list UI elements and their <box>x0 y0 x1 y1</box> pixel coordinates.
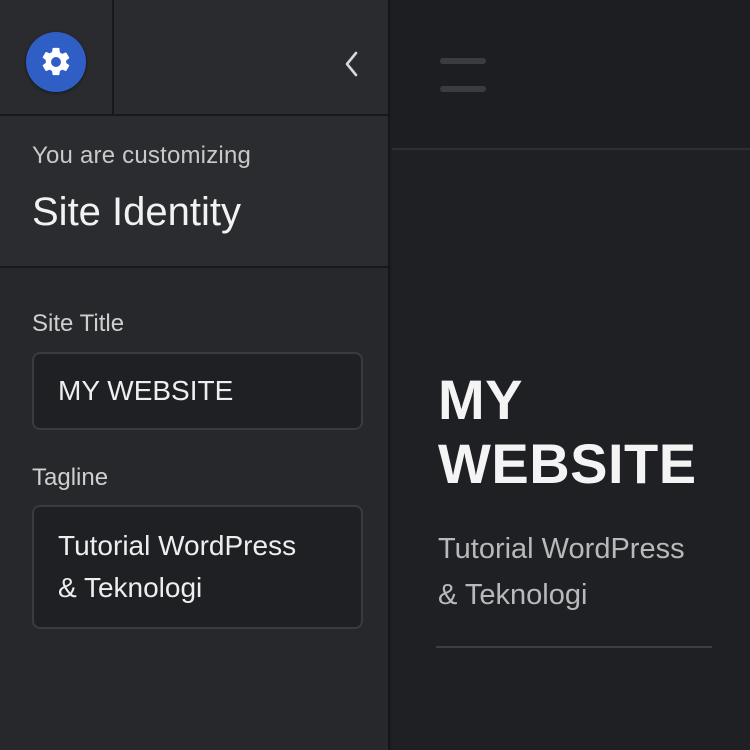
chevron-left-icon <box>345 51 358 77</box>
site-title-label: Site Title <box>32 310 125 337</box>
preview-header <box>392 0 750 150</box>
settings-cell <box>0 0 114 114</box>
customizing-label: You are customizing <box>32 142 252 169</box>
hamburger-icon[interactable] <box>440 56 486 96</box>
site-title-input[interactable]: MY WEBSITE <box>32 352 363 430</box>
tagline-input[interactable]: Tutorial WordPress & Teknologi <box>32 505 363 629</box>
customizer-panel: You are customizing Site Identity Site T… <box>0 0 390 750</box>
preview-tagline: Tutorial WordPress & Teknologi <box>438 533 685 611</box>
gear-icon <box>42 47 70 76</box>
customizer-topbar <box>0 0 388 116</box>
preview-divider <box>436 646 712 648</box>
site-preview: MY WEBSITE Tutorial WordPress & Teknolog… <box>392 0 750 750</box>
preview-site-title: MY WEBSITE <box>438 368 697 495</box>
section-title: Site Identity <box>32 190 242 234</box>
tagline-label: Tagline <box>32 464 109 491</box>
back-button[interactable] <box>332 44 372 84</box>
settings-button[interactable] <box>26 32 86 92</box>
